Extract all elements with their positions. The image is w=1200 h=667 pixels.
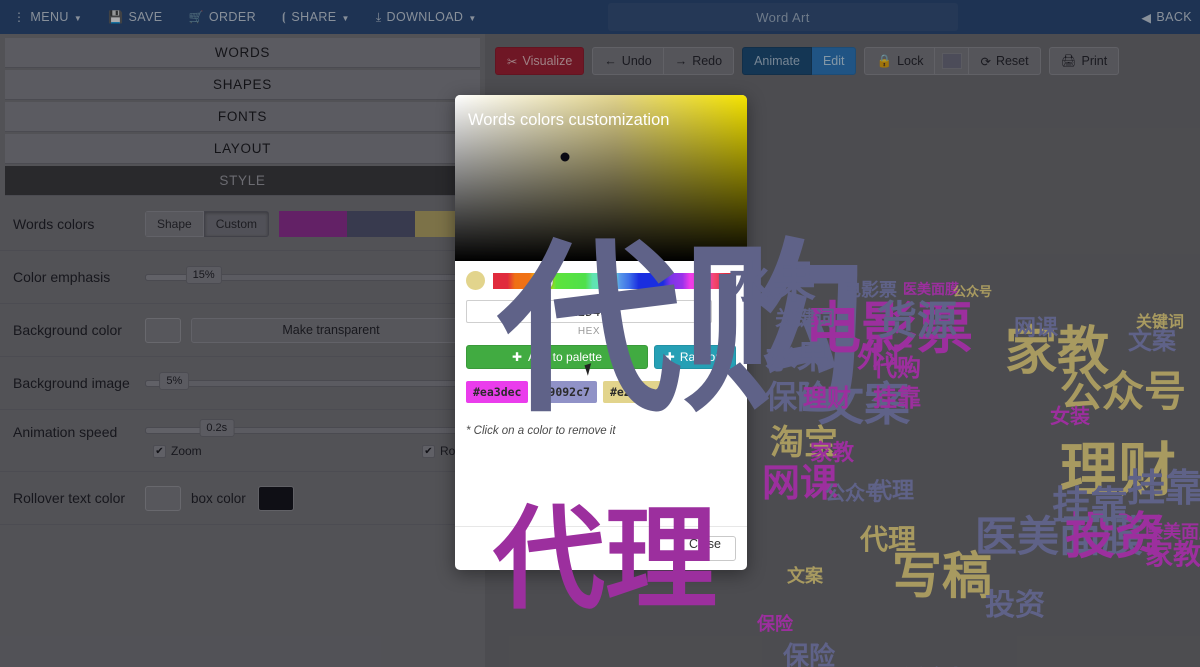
- cloud-word[interactable]: 理财: [803, 386, 851, 410]
- cloud-word[interactable]: 代理: [493, 504, 717, 616]
- cloud-word[interactable]: 水果: [728, 261, 816, 305]
- cloud-word[interactable]: 家教: [1145, 541, 1200, 569]
- cloud-word[interactable]: 文案: [1128, 329, 1176, 353]
- cloud-word[interactable]: 医美面膜: [903, 283, 959, 297]
- cloud-word[interactable]: 货源: [877, 301, 957, 341]
- cloud-word[interactable]: 电影票: [843, 282, 897, 300]
- cloud-word[interactable]: 代理: [860, 526, 916, 554]
- cloud-word[interactable]: 公众号: [825, 483, 885, 503]
- app-root: ⋮ MENU ▼ 💾 SAVE 🛒 ORDER ⦗ SHARE ▼ ⤓ DOWN…: [0, 0, 1200, 667]
- cloud-word[interactable]: 医美面膜: [1145, 524, 1200, 542]
- current-color-preview: [466, 271, 485, 290]
- cloud-word[interactable]: 网课: [1014, 318, 1058, 340]
- cloud-word[interactable]: 写稿: [892, 551, 992, 601]
- sv-pointer[interactable]: [560, 152, 570, 162]
- cloud-word[interactable]: 挂靠: [1127, 469, 1200, 507]
- cloud-word[interactable]: 挂靠: [1052, 486, 1128, 524]
- cloud-word[interactable]: 保险: [757, 616, 793, 634]
- cloud-word[interactable]: 保险: [783, 644, 835, 667]
- cloud-word[interactable]: 文案: [787, 568, 823, 586]
- cloud-word[interactable]: 关键词: [1136, 314, 1184, 330]
- cloud-word[interactable]: 水果: [765, 341, 829, 373]
- dialog-header: Words colors customization: [455, 95, 747, 145]
- cloud-word[interactable]: 代购: [873, 356, 921, 380]
- cloud-word[interactable]: 女装: [1050, 406, 1090, 426]
- cloud-word[interactable]: 公众号: [953, 286, 992, 299]
- cloud-word[interactable]: 挂靠: [873, 386, 921, 410]
- cloud-word[interactable]: 家教: [810, 443, 854, 465]
- dialog-title: Words colors customization: [468, 110, 670, 129]
- cloud-word[interactable]: 投资: [985, 591, 1045, 621]
- cloud-word[interactable]: 关键词: [775, 308, 835, 328]
